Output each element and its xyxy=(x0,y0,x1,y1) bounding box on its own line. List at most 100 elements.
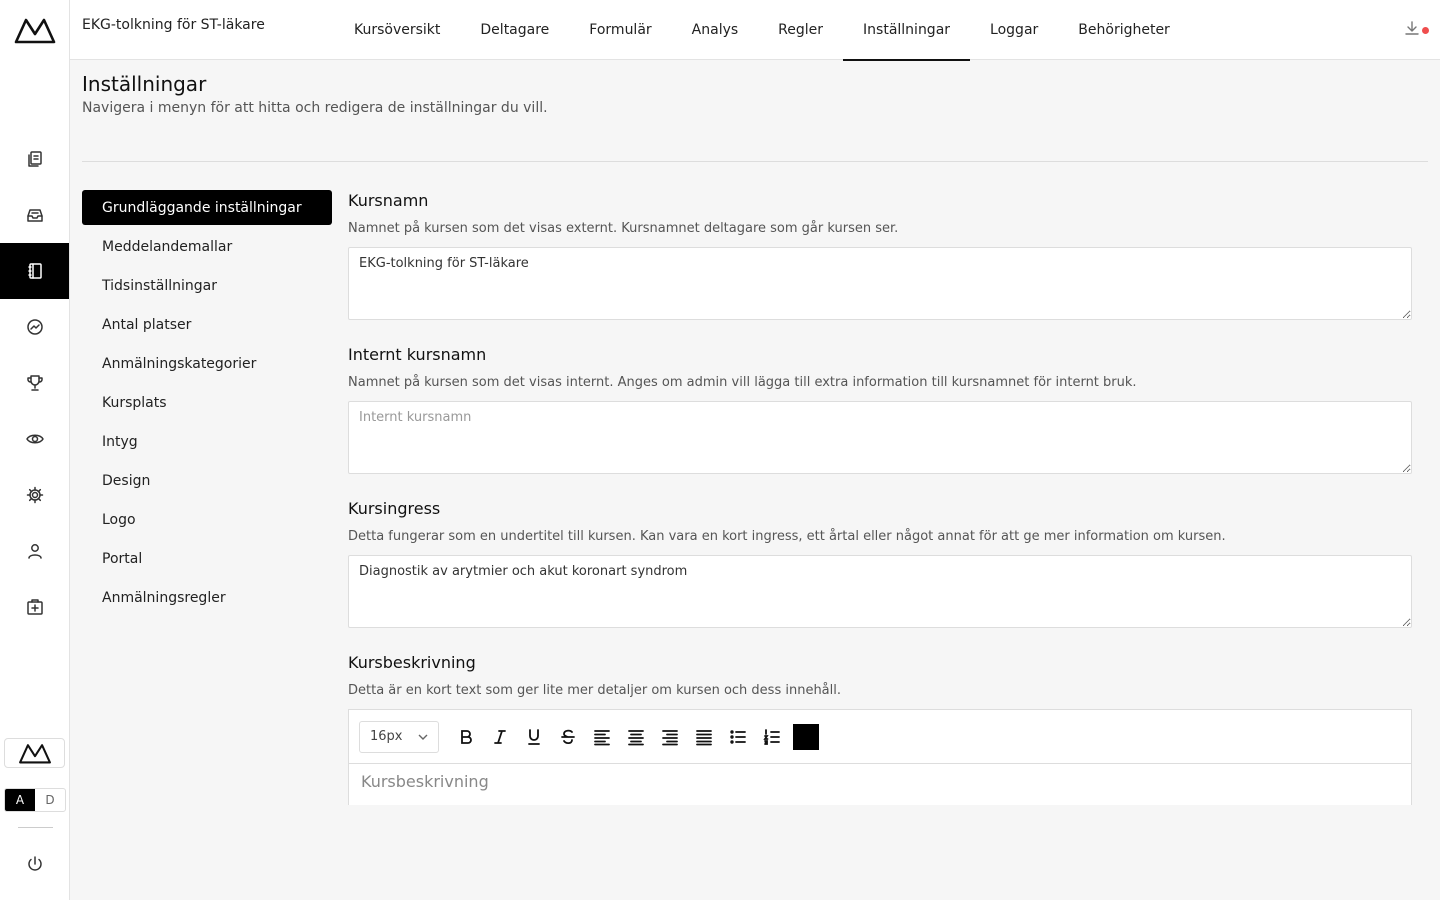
internt-kursnamn-input[interactable] xyxy=(348,401,1412,474)
field-internt-kursnamn: Internt kursnamn Namnet på kursen som de… xyxy=(348,344,1412,474)
align-right-icon xyxy=(662,729,678,745)
documents-icon xyxy=(27,151,42,167)
analytics-icon xyxy=(26,319,43,335)
top-bar: EKG-tolkning för ST-läkare Kursöversikt … xyxy=(70,0,1440,61)
user-icon xyxy=(27,544,42,559)
rail-user[interactable] xyxy=(0,523,69,579)
tab-deltagare[interactable]: Deltagare xyxy=(460,0,569,60)
download-button[interactable] xyxy=(1404,20,1430,40)
rail-notebook[interactable] xyxy=(0,243,69,299)
bold-icon xyxy=(461,729,472,744)
field-label: Kursingress xyxy=(348,499,441,518)
tab-loggar[interactable]: Loggar xyxy=(970,0,1058,60)
menu-item-grundlaggande[interactable]: Grundläggande inställningar xyxy=(82,190,332,225)
bullet-list-icon xyxy=(730,729,746,744)
strikethrough-icon xyxy=(561,729,575,744)
header-divider xyxy=(82,161,1428,162)
field-description: Detta fungerar som en undertitel till ku… xyxy=(348,529,1226,544)
align-justify-button[interactable] xyxy=(687,720,721,754)
chevron-down-icon xyxy=(418,734,428,740)
kursingress-input[interactable]: Diagnostik av arytmier och akut koronart… xyxy=(348,555,1412,628)
editor-placeholder[interactable]: Kursbeskrivning xyxy=(349,764,1411,799)
numbered-list-button[interactable] xyxy=(755,720,789,754)
brand-logo-icon xyxy=(18,744,51,764)
menu-item-meddelandemallar[interactable]: Meddelandemallar xyxy=(82,229,332,264)
settings-form: Kursnamn Namnet på kursen som det visas … xyxy=(348,190,1412,805)
field-description: Detta är en kort text som ger lite mer d… xyxy=(348,683,842,698)
page-title: Inställningar xyxy=(82,72,207,96)
text-color-swatch[interactable] xyxy=(793,723,819,750)
field-kursnamn: Kursnamn Namnet på kursen som det visas … xyxy=(348,190,1412,320)
menu-item-portal[interactable]: Portal xyxy=(82,541,332,576)
editor-toolbar: 16px xyxy=(349,710,1411,764)
align-center-icon xyxy=(628,729,644,745)
align-right-button[interactable] xyxy=(653,720,687,754)
align-left-button[interactable] xyxy=(585,720,619,754)
underline-button[interactable] xyxy=(517,720,551,754)
menu-item-anmalningsregler[interactable]: Anmälningsregler xyxy=(82,580,332,615)
rail-preview[interactable] xyxy=(0,411,69,467)
brand-logo-icon[interactable] xyxy=(14,16,56,44)
field-label: Kursnamn xyxy=(348,191,429,210)
align-center-button[interactable] xyxy=(619,720,653,754)
kursnamn-input[interactable]: EKG-tolkning för ST-läkare xyxy=(348,247,1412,320)
gear-icon xyxy=(26,486,43,504)
tab-behorigheter[interactable]: Behörigheter xyxy=(1058,0,1190,60)
numbered-list-icon xyxy=(763,728,780,745)
tab-regler[interactable]: Regler xyxy=(758,0,843,60)
menu-item-kursplats[interactable]: Kursplats xyxy=(82,385,332,420)
eye-icon xyxy=(25,434,44,444)
menu-item-anmalningskategorier[interactable]: Anmälningskategorier xyxy=(82,346,332,381)
align-left-icon xyxy=(594,729,610,745)
field-label: Kursbeskrivning xyxy=(348,653,476,672)
icon-rail: A D xyxy=(0,0,70,900)
notification-dot xyxy=(1422,27,1429,34)
course-title: EKG-tolkning för ST-läkare xyxy=(82,17,265,33)
mode-d-button[interactable]: D xyxy=(35,789,65,811)
rail-inbox[interactable] xyxy=(0,187,69,243)
font-size-value: 16px xyxy=(370,729,403,744)
rail-trophy[interactable] xyxy=(0,355,69,411)
rail-divider xyxy=(18,827,53,828)
align-justify-icon xyxy=(696,729,712,745)
bullet-list-button[interactable] xyxy=(721,720,755,754)
menu-item-logo[interactable]: Logo xyxy=(82,502,332,537)
rail-documents[interactable] xyxy=(0,131,69,187)
page-subtitle: Navigera i menyn för att hitta och redig… xyxy=(82,100,548,116)
rail-add-box[interactable] xyxy=(0,579,69,635)
tab-kursoversikt[interactable]: Kursöversikt xyxy=(334,0,460,60)
org-logo[interactable] xyxy=(4,738,65,768)
strikethrough-button[interactable] xyxy=(551,720,585,754)
underline-icon xyxy=(528,728,540,745)
menu-item-intyg[interactable]: Intyg xyxy=(82,424,332,459)
tab-installningar[interactable]: Inställningar xyxy=(843,0,971,61)
field-kursingress: Kursingress Detta fungerar som en undert… xyxy=(348,498,1412,628)
bold-button[interactable] xyxy=(449,720,483,754)
tab-formular[interactable]: Formulär xyxy=(569,0,671,60)
tab-analys[interactable]: Analys xyxy=(672,0,759,60)
add-box-icon xyxy=(26,599,43,615)
menu-item-antal-platser[interactable]: Antal platser xyxy=(82,307,332,342)
notebook-icon xyxy=(27,263,42,279)
trophy-icon xyxy=(26,375,43,391)
inbox-icon xyxy=(26,209,43,222)
field-label: Internt kursnamn xyxy=(348,345,487,364)
rich-text-editor: 16px Kursbeskrivning xyxy=(348,709,1412,805)
power-icon xyxy=(27,856,42,871)
field-description: Namnet på kursen som det visas externt. … xyxy=(348,221,899,236)
settings-menu: Grundläggande inställningar Meddelandema… xyxy=(82,190,332,619)
italic-button[interactable] xyxy=(483,720,517,754)
font-size-select[interactable]: 16px xyxy=(359,720,439,753)
rail-settings[interactable] xyxy=(0,467,69,523)
italic-icon xyxy=(494,729,506,744)
mode-a-button[interactable]: A xyxy=(5,789,35,811)
mode-toggle: A D xyxy=(4,788,66,812)
rail-analytics[interactable] xyxy=(0,299,69,355)
logout-button[interactable] xyxy=(0,850,69,878)
menu-item-design[interactable]: Design xyxy=(82,463,332,498)
field-description: Namnet på kursen som det visas internt. … xyxy=(348,375,1137,390)
field-kursbeskrivning: Kursbeskrivning Detta är en kort text so… xyxy=(348,652,1412,805)
main-tabs: Kursöversikt Deltagare Formulär Analys R… xyxy=(334,0,1190,61)
download-icon xyxy=(1405,21,1419,35)
menu-item-tidsinstallningar[interactable]: Tidsinställningar xyxy=(82,268,332,303)
